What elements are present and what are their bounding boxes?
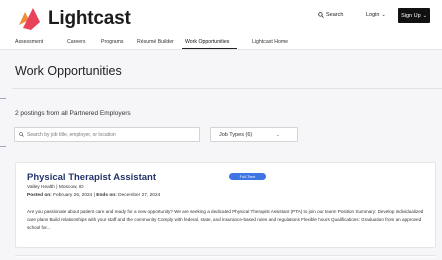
page-title: Work Opportunities — [15, 64, 122, 78]
posted-label: Posted on: — [27, 193, 52, 198]
search-icon — [318, 12, 324, 18]
nav-work-opportunities[interactable]: Work Opportunities — [185, 39, 229, 45]
job-card[interactable]: Physical Therapist Assistant Full-Time V… — [15, 162, 436, 248]
brand-logo[interactable]: Lightcast — [18, 4, 148, 34]
signup-label: Sign Up — [401, 12, 421, 19]
chevron-down-icon: ⌄ — [422, 12, 427, 19]
nav-resume-builder[interactable]: Résumé Builder — [137, 39, 174, 45]
nav-careers[interactable]: Careers — [67, 39, 85, 45]
lightcast-logo-icon — [19, 8, 40, 30]
job-location: Moscow, ID — [58, 185, 84, 190]
job-type-badge: Full-Time — [229, 173, 266, 180]
job-dates: Posted on: February 26, 2024 | Ends on: … — [27, 193, 160, 198]
next-card-edge — [15, 255, 436, 258]
ends-date: December 27, 2024 — [118, 193, 161, 198]
search-placeholder: Search by job title, employer, or locati… — [27, 131, 116, 138]
posted-date: February 26, 2024 — [53, 193, 93, 198]
job-types-dropdown[interactable]: Job Types (6) ⌄ — [210, 127, 298, 142]
header-search-label: Search — [326, 12, 344, 18]
nav-assessment[interactable]: Assessment — [15, 39, 43, 45]
side-edge-line — [0, 146, 6, 147]
login-label: Login — [366, 12, 380, 18]
employer-name: Valley Health — [27, 185, 55, 190]
chevron-down-icon: ⌄ — [276, 132, 280, 137]
job-types-label: Job Types (6) — [219, 131, 253, 138]
search-icon — [19, 132, 24, 137]
nav-programs[interactable]: Programs — [101, 39, 124, 45]
active-tab-indicator — [182, 48, 237, 49]
signup-button[interactable]: Sign Up ⌄ — [398, 8, 430, 23]
job-employer-location: Valley Health | Moscow, ID — [27, 185, 84, 190]
divider — [12, 88, 442, 89]
job-description: Are you passionate about patient care an… — [27, 209, 424, 231]
header-search-button[interactable]: Search — [318, 12, 343, 18]
main-nav: Assessment Careers Programs Résumé Build… — [0, 36, 442, 50]
side-edge-line — [0, 98, 6, 99]
ends-label: Ends on: — [96, 193, 117, 198]
chevron-down-icon: ⌄ — [381, 12, 386, 18]
site-header: Lightcast Search Login ⌄ Sign Up ⌄ — [0, 0, 442, 40]
results-summary: 2 postings from all Partnered Employers — [15, 110, 131, 117]
job-title[interactable]: Physical Therapist Assistant — [27, 172, 156, 183]
brand-name: Lightcast — [48, 8, 131, 29]
nav-lightcast-home[interactable]: Lightcast Home — [252, 39, 288, 45]
job-search-input[interactable]: Search by job title, employer, or locati… — [14, 127, 200, 142]
login-menu[interactable]: Login ⌄ — [366, 12, 386, 18]
